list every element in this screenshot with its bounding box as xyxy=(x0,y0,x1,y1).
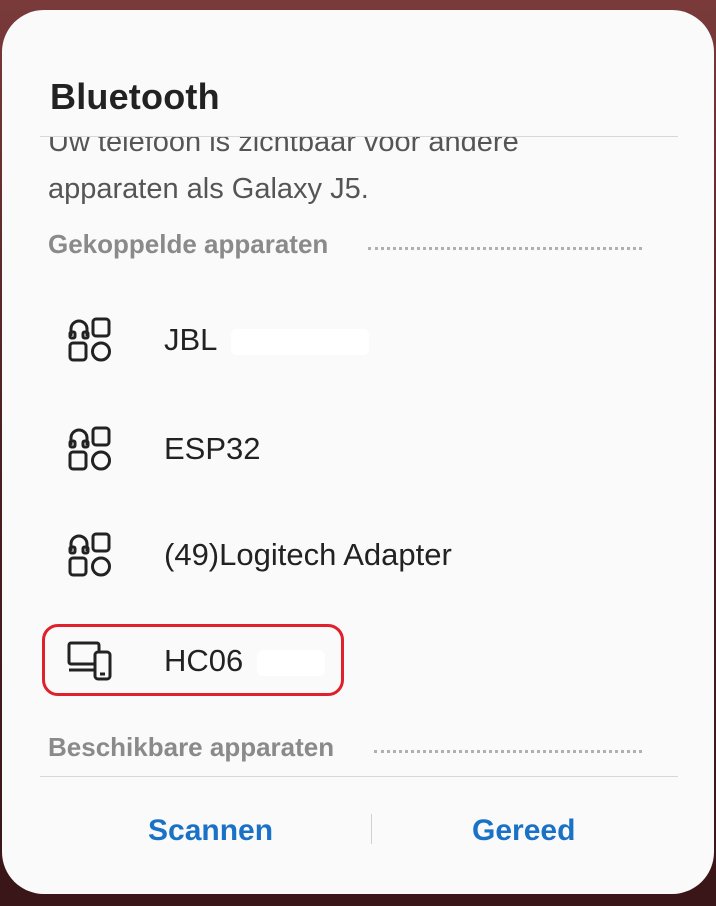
section-divider xyxy=(374,750,642,753)
headset-speaker-icon xyxy=(66,531,114,579)
scan-button[interactable]: Scannen xyxy=(148,806,273,856)
actions-separator xyxy=(371,814,372,844)
device-label: JBL xyxy=(164,322,370,358)
device-label: (49)Logitech Adapter xyxy=(164,537,452,572)
section-divider xyxy=(368,247,642,250)
bluetooth-dialog: Bluetooth Uw telefoon is zichtbaar voor … xyxy=(2,10,714,894)
paired-devices-header-label: Gekoppelde apparaten xyxy=(48,229,329,259)
paired-devices-header: Gekoppelde apparaten xyxy=(48,229,642,260)
device-row-logitech[interactable]: (49)Logitech Adapter xyxy=(42,511,642,599)
done-button[interactable]: Gereed xyxy=(472,806,575,856)
visibility-text: Uw telefoon is zichtbaar voor andere app… xyxy=(48,137,519,205)
device-row-esp32[interactable]: ESP32 xyxy=(42,405,642,493)
headset-speaker-icon xyxy=(66,316,114,364)
actions-divider xyxy=(40,776,678,777)
dialog-title: Bluetooth xyxy=(50,76,220,117)
available-devices-header-label: Beschikbare apparaten xyxy=(48,732,335,762)
device-row-jbl[interactable]: JBL xyxy=(42,296,642,384)
headset-speaker-icon xyxy=(66,425,114,473)
redacted-region xyxy=(231,328,370,355)
highlight-box xyxy=(42,624,344,696)
available-devices-header: Beschikbare apparaten xyxy=(48,732,642,763)
device-label: ESP32 xyxy=(164,431,261,466)
device-list-scroll[interactable]: Uw telefoon is zichtbaar voor andere app… xyxy=(2,137,714,777)
